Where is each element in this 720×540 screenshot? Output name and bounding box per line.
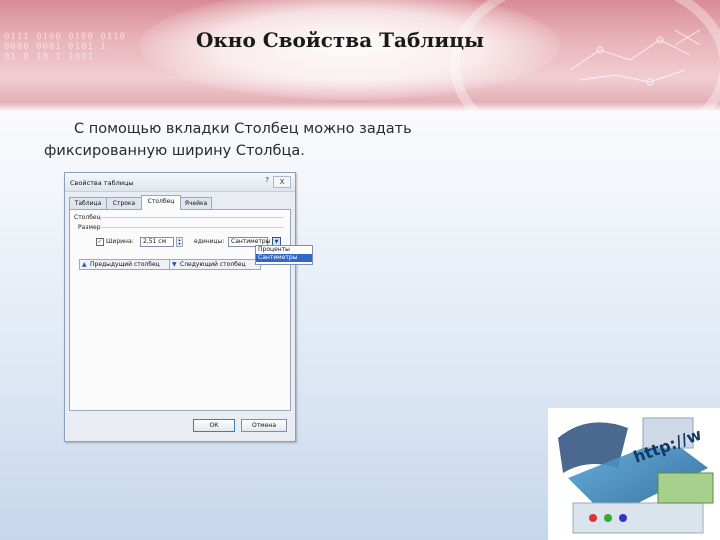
width-checkbox[interactable]: ✓: [96, 238, 104, 246]
width-checkbox-label: Ширина:: [106, 238, 134, 245]
header-banner: 0111 0100 0100 0110 0000 0001 0101 1 01 …: [0, 0, 720, 112]
section-label: Столбец: [74, 214, 101, 221]
units-option-percent[interactable]: Проценты: [256, 246, 312, 254]
tab-table[interactable]: Таблица: [69, 197, 107, 209]
section-divider: [100, 217, 284, 218]
arrow-up-icon: ▲: [82, 261, 87, 268]
cancel-button[interactable]: Отмена: [241, 419, 287, 432]
dialog-titlebar: Свойства таблицы ? X: [65, 173, 295, 192]
decorative-computer-image: http://w: [548, 408, 720, 540]
width-spinner[interactable]: ▴ ▾: [176, 237, 183, 247]
desc-word: Столбец: [234, 121, 299, 137]
previous-column-button[interactable]: ▲ Предыдущий столбец: [79, 259, 171, 270]
size-label: Размер: [78, 224, 101, 231]
dialog-title: Свойства таблицы: [70, 179, 134, 187]
next-column-button[interactable]: ▼ Следующий столбец: [169, 259, 261, 270]
computer-collage-graphic: http://w: [548, 408, 720, 540]
desc-word: С: [74, 121, 85, 137]
desc-word: вкладки: [165, 121, 230, 137]
ok-button[interactable]: ОК: [193, 419, 235, 432]
banner-fade: [0, 102, 720, 112]
table-properties-dialog: Свойства таблицы ? X Таблица Строка Стол…: [64, 172, 313, 442]
slide-title: Окно Свойства Таблицы: [195, 28, 485, 52]
width-input[interactable]: 2,51 см: [140, 237, 174, 247]
close-button[interactable]: X: [273, 176, 291, 188]
desc-word: можно: [303, 121, 355, 137]
units-dropdown-list: Проценты Сантиметры: [255, 245, 313, 265]
tab-column[interactable]: Столбец: [141, 195, 181, 210]
desc-word: помощью: [88, 121, 162, 137]
arrow-down-icon: ▼: [172, 261, 177, 268]
size-divider: [100, 227, 284, 228]
tab-row[interactable]: Строка: [106, 197, 142, 209]
desc-word: задать: [359, 121, 412, 137]
desc-line-2: фиксированную ширину Столбца.: [44, 143, 305, 159]
help-button[interactable]: ?: [265, 176, 269, 184]
next-column-label: Следующий столбец: [180, 261, 246, 268]
column-tab-panel: Столбец Размер ✓ Ширина: 2,51 см ▴ ▾ един…: [69, 209, 291, 411]
tab-cell[interactable]: Ячейка: [180, 197, 212, 209]
slide-description: С помощью вкладки Столбец можно задать ф…: [44, 118, 536, 162]
units-option-centimeters[interactable]: Сантиметры: [256, 254, 312, 262]
units-label: единицы:: [194, 238, 225, 245]
previous-column-label: Предыдущий столбец: [90, 261, 160, 268]
